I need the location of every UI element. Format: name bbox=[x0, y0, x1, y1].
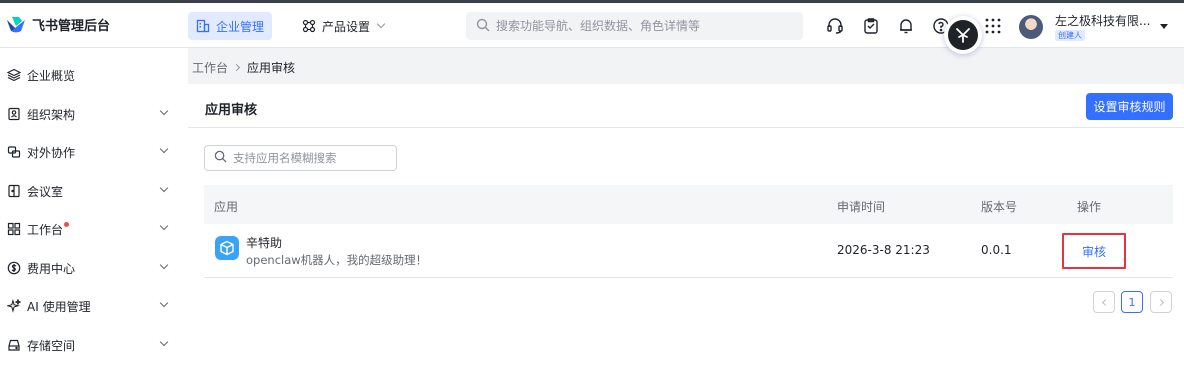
sidebar-item-label: 会议室 bbox=[27, 184, 64, 199]
sidebar-item-label: 费用中心 bbox=[27, 261, 76, 276]
floating-app-button[interactable] bbox=[944, 16, 982, 54]
tab-label: 企业管理 bbox=[216, 19, 265, 34]
sidebar-item-label: 工作台 bbox=[27, 222, 64, 237]
version: 0.0.1 bbox=[981, 243, 1012, 257]
chevron-down-icon bbox=[159, 221, 169, 231]
next-page-button[interactable] bbox=[1150, 291, 1172, 313]
bell-icon[interactable] bbox=[897, 17, 915, 35]
search-icon bbox=[214, 150, 227, 166]
user-role-badge: 创建人 bbox=[1055, 30, 1085, 41]
contact-card-icon bbox=[7, 107, 21, 121]
page-button-current[interactable]: 1 bbox=[1121, 291, 1143, 313]
sidebar-item-meeting-room[interactable]: 会议室 bbox=[0, 172, 188, 210]
chevron-down-icon bbox=[159, 337, 169, 347]
table-row: 辛特助 openclaw机器人，我的超级助理！ 2026-3-8 21:23 0… bbox=[204, 224, 1173, 278]
notification-dot bbox=[64, 221, 70, 227]
table-header: 应用 申请时间 版本号 操作 bbox=[204, 185, 1173, 224]
column-header-time: 申请时间 bbox=[837, 200, 886, 214]
column-header-version: 版本号 bbox=[981, 200, 1018, 214]
sidebar-item-external-collab[interactable]: 对外协作 bbox=[0, 133, 188, 171]
breadcrumb-current: 应用审核 bbox=[247, 61, 296, 75]
app-grid-icon[interactable] bbox=[984, 17, 1002, 35]
breadcrumb-parent[interactable]: 工作台 bbox=[192, 59, 228, 76]
chevron-down-icon bbox=[159, 183, 169, 193]
chevron-down-icon bbox=[159, 260, 169, 270]
meeting-room-icon bbox=[7, 184, 21, 198]
app-search-input[interactable] bbox=[233, 151, 393, 165]
logo[interactable]: 飞书管理后台 bbox=[6, 15, 110, 34]
card-header: 应用审核 设置审核规则 bbox=[188, 84, 1184, 128]
chevron-down-icon bbox=[159, 106, 169, 116]
chevron-right-icon bbox=[1156, 298, 1164, 306]
sidebar-item-label: 企业概览 bbox=[27, 68, 76, 83]
tab-enterprise-management[interactable]: 企业管理 bbox=[188, 12, 273, 40]
app-review-card: 应用审核 设置审核规则 应用 申请时间 版本号 操作 辛特助 openclaw机… bbox=[188, 84, 1184, 374]
cube-app-icon bbox=[215, 236, 239, 260]
chevron-left-icon bbox=[1101, 298, 1109, 306]
set-review-rules-button[interactable]: 设置审核规则 bbox=[1086, 93, 1173, 120]
apply-time: 2026-3-8 21:23 bbox=[837, 243, 930, 257]
column-header-action: 操作 bbox=[1077, 200, 1102, 214]
sidebar-item-label: 组织架构 bbox=[27, 107, 76, 122]
storage-icon bbox=[7, 338, 21, 352]
sidebar-item-label: AI 使用管理 bbox=[27, 299, 91, 314]
sidebar-item-workbench[interactable]: 工作台 bbox=[0, 210, 188, 248]
chevron-down-icon bbox=[159, 298, 169, 308]
column-header-app: 应用 bbox=[214, 200, 239, 214]
sidebar-item-label: 对外协作 bbox=[27, 145, 76, 160]
review-action-highlight: 审核 bbox=[1062, 233, 1126, 269]
chevron-down-icon bbox=[159, 144, 169, 154]
avatar[interactable] bbox=[1019, 15, 1043, 39]
feishu-logo-icon bbox=[6, 16, 26, 34]
app-title: 飞书管理后台 bbox=[32, 19, 111, 34]
clipboard-icon[interactable] bbox=[862, 17, 880, 35]
search-icon bbox=[476, 18, 490, 35]
layers-icon bbox=[6, 68, 22, 82]
global-search[interactable] bbox=[466, 12, 803, 40]
sidebar: 企业概览 组织架构 对外协作 会议室 工作台 费用中心 AI 使用管理 存储空间 bbox=[0, 48, 188, 374]
app-description: openclaw机器人，我的超级助理！ bbox=[246, 253, 428, 267]
tab-label: 产品设置 bbox=[322, 19, 371, 34]
sidebar-item-organization[interactable]: 组织架构 bbox=[0, 95, 188, 133]
chevron-down-icon bbox=[376, 19, 386, 29]
building-icon bbox=[196, 19, 210, 33]
collaboration-icon bbox=[7, 145, 21, 159]
sidebar-item-storage[interactable]: 存储空间 bbox=[0, 326, 188, 364]
headset-icon[interactable] bbox=[826, 17, 844, 35]
openclaw-logo-icon bbox=[948, 20, 978, 50]
modules-icon bbox=[302, 19, 316, 33]
dollar-icon bbox=[7, 261, 21, 275]
sidebar-item-billing[interactable]: 费用中心 bbox=[0, 249, 188, 287]
sparkle-icon bbox=[5, 298, 22, 313]
tab-product-settings[interactable]: 产品设置 bbox=[294, 12, 392, 40]
app-name: 辛特助 bbox=[246, 236, 283, 250]
sidebar-item-ai-usage[interactable]: AI 使用管理 bbox=[0, 287, 188, 325]
sidebar-item-overview[interactable]: 企业概览 bbox=[0, 56, 188, 94]
global-search-input[interactable] bbox=[496, 19, 786, 33]
page-title: 应用审核 bbox=[205, 103, 258, 118]
grid-icon bbox=[7, 222, 21, 236]
sidebar-item-label: 存储空间 bbox=[27, 338, 76, 353]
prev-page-button[interactable] bbox=[1093, 291, 1115, 313]
caret-down-icon[interactable] bbox=[1160, 24, 1168, 29]
chevron-right-icon bbox=[232, 63, 241, 72]
breadcrumb: 工作台 应用审核 bbox=[192, 59, 295, 76]
app-search[interactable] bbox=[204, 145, 397, 171]
review-link[interactable]: 审核 bbox=[1082, 243, 1106, 260]
user-name[interactable]: 左之极科技有限... bbox=[1055, 12, 1150, 29]
top-header: 飞书管理后台 企业管理 产品设置 左之极科技 bbox=[0, 3, 1184, 54]
